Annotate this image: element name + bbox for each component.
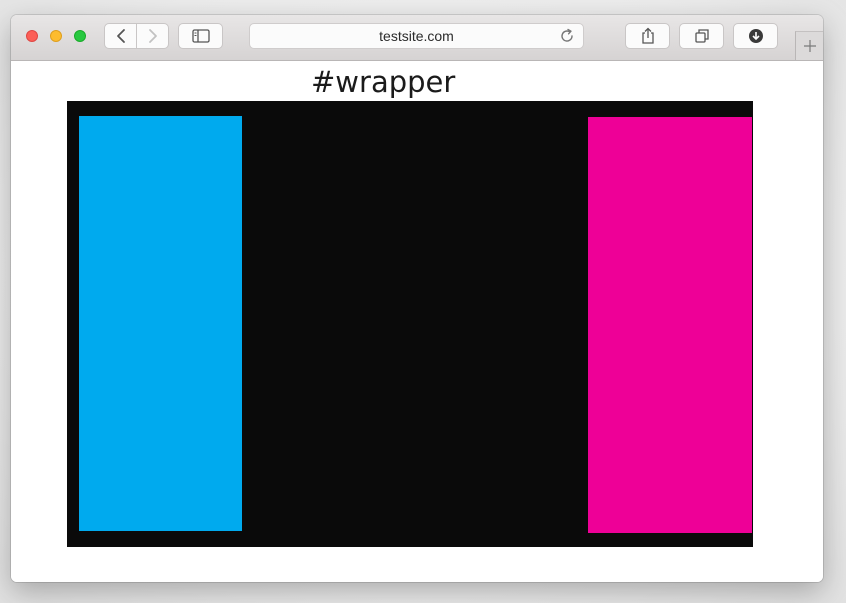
back-button[interactable] [104,23,137,49]
page-heading: #wrapper [311,65,456,99]
plus-icon [803,40,816,52]
desktop-background: testsite.com #wrapper [0,0,846,603]
chevron-right-icon [148,29,157,43]
tabs-icon [694,29,709,43]
downloads-button[interactable] [733,23,778,49]
share-icon [641,27,654,44]
forward-button[interactable] [136,23,169,49]
right-column-box [588,117,752,533]
sidebar-icon [191,29,210,43]
left-column-box [79,116,242,531]
minimize-window-button[interactable] [50,30,62,42]
reload-icon [561,28,573,42]
download-icon [748,29,763,43]
wrapper-box [67,101,753,547]
browser-window: testsite.com #wrapper [11,15,823,582]
sidebar-button[interactable] [178,23,223,49]
chevron-left-icon [116,29,125,43]
new-tab-button[interactable] [795,31,823,60]
browser-toolbar: testsite.com [11,15,823,61]
reload-button[interactable] [559,28,575,47]
close-window-button[interactable] [26,30,38,42]
show-tabs-button[interactable] [679,23,724,49]
address-bar[interactable]: testsite.com [249,23,584,49]
share-button[interactable] [625,23,670,49]
url-text: testsite.com [379,28,454,44]
maximize-window-button[interactable] [74,30,86,42]
page-content: #wrapper [11,61,823,582]
